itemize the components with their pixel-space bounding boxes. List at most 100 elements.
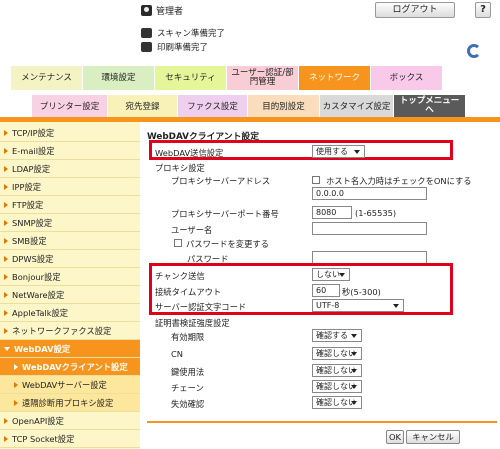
arrow-icon	[4, 327, 8, 334]
charset-select[interactable]: UTF-8	[312, 299, 404, 312]
proxy-address-label: プロキシサーバーアドレス	[171, 176, 271, 186]
arrow-icon	[4, 165, 8, 172]
printer-icon	[141, 42, 152, 52]
timeout-unit: 秒(5-300)	[342, 287, 381, 297]
sidebar-item-label: Bonjour設定	[12, 271, 61, 282]
sidebar-item[interactable]: OpenAPI設定	[0, 412, 140, 430]
sidebar-item-label: WebDAVクライアント設定	[22, 361, 128, 372]
tab-label: 目的別設定	[262, 102, 305, 112]
scan-status-text: スキャン準備完了	[157, 29, 226, 39]
sidebar-item[interactable]: FTP設定	[0, 196, 140, 214]
arrow-icon	[4, 273, 8, 280]
tab-system-settings[interactable]: 環境設定	[83, 66, 155, 90]
tab-printer-settings[interactable]: プリンター設定	[32, 95, 108, 117]
change-password-checkbox[interactable]	[174, 239, 182, 247]
sidebar-item[interactable]: LDAP設定	[0, 160, 140, 178]
proxy-port-label: プロキシサーバーポート番号	[171, 209, 279, 219]
sidebar-item[interactable]: WebDAVクライアント設定	[0, 358, 140, 376]
cert-revocation-label: 失効確認	[171, 399, 205, 409]
arrow-icon	[4, 435, 8, 442]
tab-security[interactable]: セキュリティ	[155, 66, 227, 90]
tab-network[interactable]: ネットワーク	[299, 66, 371, 90]
tab-label: ユーザー認証/部門管理	[231, 68, 294, 87]
sidebar-item-label: ネットワークファクス設定	[12, 325, 112, 336]
arrow-icon	[4, 237, 8, 244]
arrow-icon	[4, 201, 8, 208]
user-label: 管理者	[156, 7, 184, 17]
sidebar-item-label: AppleTalk設定	[12, 307, 69, 318]
ok-button[interactable]: OK	[386, 430, 404, 444]
proxy-port-input[interactable]: 8080	[312, 206, 352, 219]
proxy-address-input[interactable]: 0.0.0.0	[312, 187, 427, 200]
sidebar-item[interactable]: TCP Socket設定	[0, 430, 140, 448]
sidebar-item[interactable]: WebDAV設定	[0, 340, 140, 358]
print-status: 印刷準備完了	[141, 41, 208, 53]
arrow-icon	[4, 147, 8, 154]
logout-button[interactable]: ログアウト	[375, 2, 455, 18]
sidebar-item[interactable]: NetWare設定	[0, 286, 140, 304]
tab-user-auth[interactable]: ユーザー認証/部門管理	[227, 66, 299, 90]
tab-top-menu[interactable]: トップメニューへ	[394, 95, 466, 117]
username-input[interactable]	[312, 222, 427, 235]
sidebar-item[interactable]: WebDAVサーバー設定	[0, 376, 140, 394]
host-checkbox[interactable]	[312, 176, 320, 184]
sidebar-item-label: DPWS設定	[12, 253, 54, 264]
sidebar-item-label: WebDAVサーバー設定	[22, 379, 107, 390]
sidebar-item-label: TCP Socket設定	[12, 433, 75, 444]
sidebar-item-label: IPP設定	[12, 181, 42, 192]
sidebar-item[interactable]: ネットワークファクス設定	[0, 322, 140, 340]
webdav-send-label: WebDAV送信設定	[155, 148, 224, 158]
tab-label: ボックス	[389, 72, 424, 83]
sidebar-item[interactable]: TCP/IP設定	[0, 124, 140, 142]
change-password-label: パスワードを変更する	[186, 239, 269, 249]
sidebar-item[interactable]: IPP設定	[0, 178, 140, 196]
main-content: WebDAVクライアント設定 WebDAV送信設定 使用する プロキシ設定 プロ…	[141, 122, 500, 449]
secondary-tabs: プリンター設定 宛先登録 ファクス設定 目的別設定 カスタマイズ設定 トップメニ…	[32, 95, 466, 117]
arrow-icon	[14, 381, 18, 388]
tab-fax-settings[interactable]: ファクス設定	[178, 95, 248, 117]
sidebar-item[interactable]: E-mail設定	[0, 142, 140, 160]
tab-label: プリンター設定	[39, 102, 100, 112]
tab-label: 宛先登録	[125, 102, 160, 112]
scan-status: スキャン準備完了	[141, 27, 225, 39]
charset-label: サーバー認証文字コード	[155, 302, 247, 312]
cert-expiry-select[interactable]: 確認する	[312, 329, 362, 342]
cancel-button[interactable]: キャンセル	[406, 430, 460, 444]
chunk-select[interactable]: しない	[312, 268, 350, 281]
cert-keyusage-label: 鍵使用法	[171, 367, 205, 377]
arrow-icon	[4, 291, 8, 298]
cert-keyusage-select[interactable]: 確認しない	[312, 364, 362, 377]
help-button[interactable]: ?	[475, 2, 491, 18]
user-info: 管理者	[141, 4, 183, 17]
cert-revocation-select[interactable]: 確認しない	[312, 396, 362, 409]
sidebar-item-label: FTP設定	[12, 199, 44, 210]
webdav-send-select[interactable]: 使用する	[312, 145, 365, 158]
tab-purpose-settings[interactable]: 目的別設定	[248, 95, 320, 117]
cert-chain-select[interactable]: 確認しない	[312, 380, 362, 393]
sidebar-item[interactable]: AppleTalk設定	[0, 304, 140, 322]
arrow-icon	[4, 219, 8, 226]
tab-label: セキュリティ	[165, 72, 216, 83]
proxy-section-label: プロキシ設定	[155, 163, 205, 173]
tab-label: ファクス設定	[187, 102, 238, 112]
tab-label: ネットワーク	[308, 72, 360, 83]
tab-maintenance[interactable]: メンテナンス	[11, 66, 83, 90]
cert-cn-select[interactable]: 確認しない	[312, 347, 362, 360]
timeout-input[interactable]: 60	[312, 284, 340, 297]
arrow-icon	[14, 363, 18, 370]
cert-chain-label: チェーン	[171, 383, 204, 393]
tab-address-book[interactable]: 宛先登録	[108, 95, 178, 117]
tab-customize[interactable]: カスタマイズ設定	[320, 95, 394, 117]
sidebar-item-label: WebDAV設定	[14, 343, 71, 354]
cert-expiry-label: 有効期限	[171, 332, 205, 342]
sidebar-item[interactable]: SMB設定	[0, 232, 140, 250]
refresh-icon[interactable]	[467, 44, 481, 58]
sidebar-item[interactable]: Bonjour設定	[0, 268, 140, 286]
sidebar-item[interactable]: 遠隔診断用プロキシ設定	[0, 394, 140, 412]
sidebar-item[interactable]: SNMP設定	[0, 214, 140, 232]
arrow-icon	[14, 399, 18, 406]
chunk-label: チャンク送信	[155, 271, 205, 281]
primary-tabs: メンテナンス 環境設定 セキュリティ ユーザー認証/部門管理 ネットワーク ボッ…	[11, 66, 443, 90]
tab-box[interactable]: ボックス	[371, 66, 443, 90]
sidebar-item[interactable]: DPWS設定	[0, 250, 140, 268]
